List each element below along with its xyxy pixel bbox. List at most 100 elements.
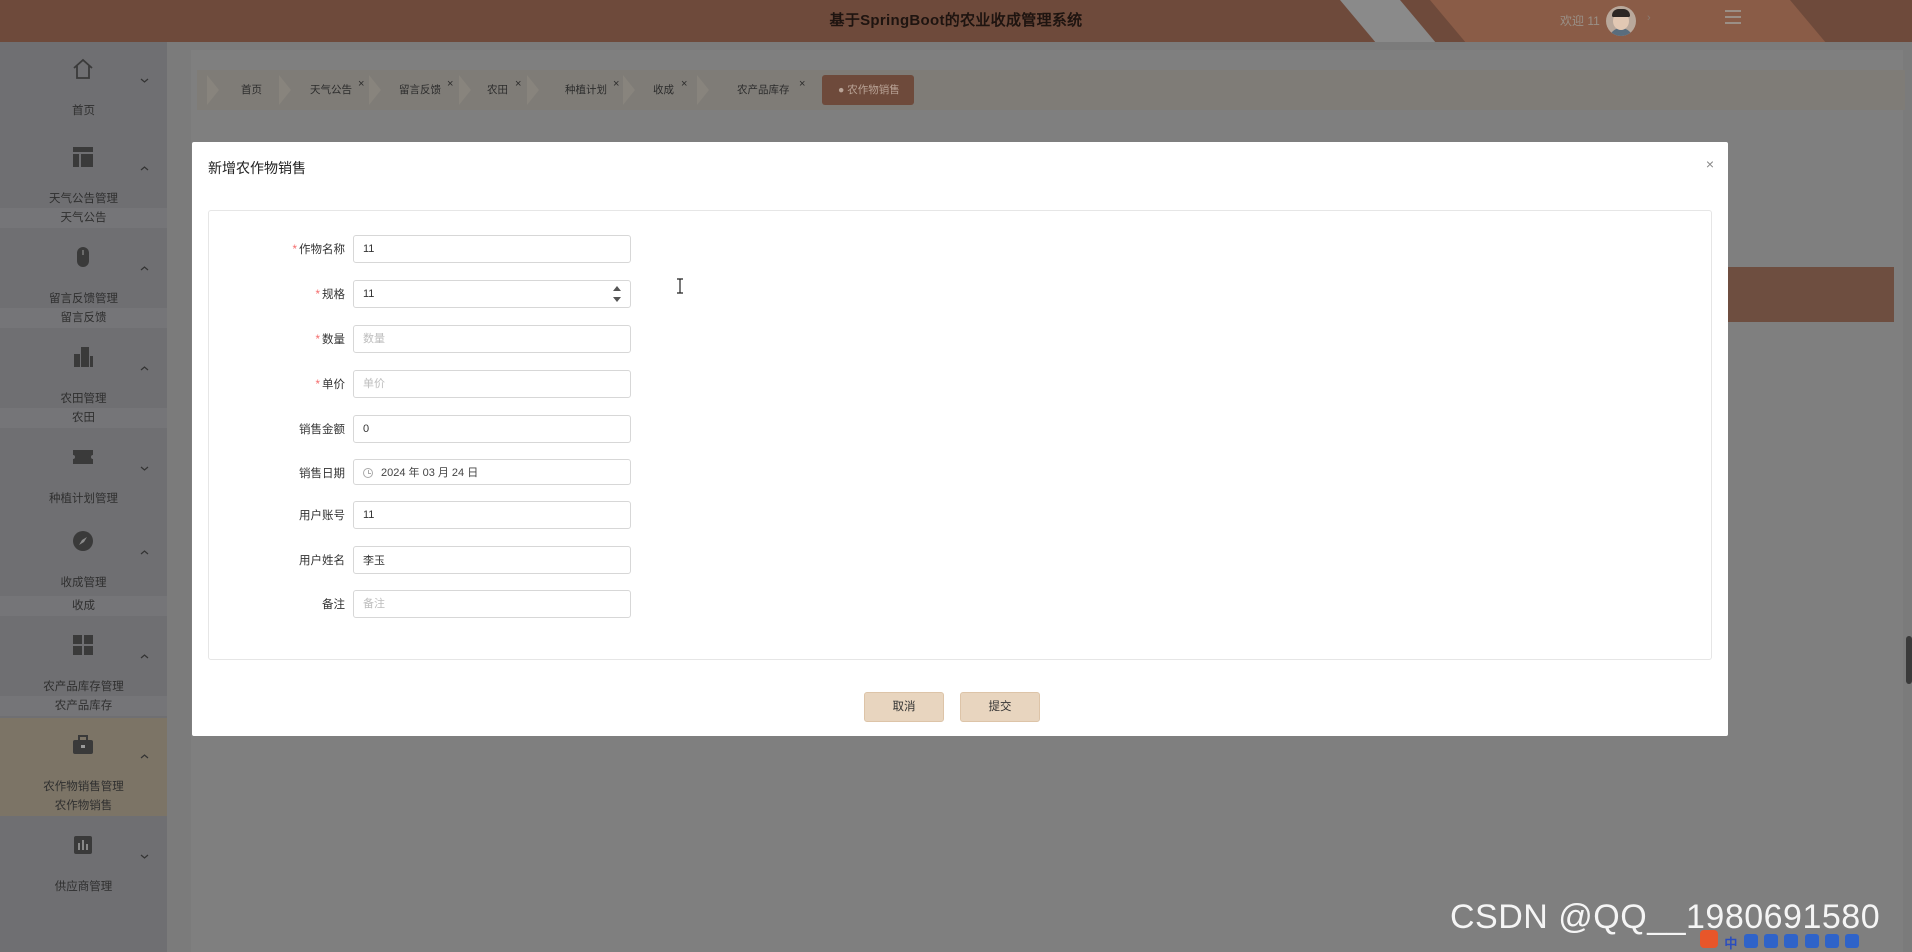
user-account-input[interactable] — [354, 502, 603, 528]
sidebar-item-label: 首页 — [72, 105, 95, 117]
tab-separator — [279, 75, 291, 105]
sidebar-subitem-inventory[interactable]: 农产品库存 — [0, 696, 167, 716]
avatar-hair — [1612, 9, 1630, 17]
sidebar-subitem-crop-sales[interactable]: 农作物销售 — [0, 796, 167, 816]
sales-amount-input[interactable] — [354, 416, 603, 442]
close-icon[interactable]: × — [681, 69, 687, 99]
tab-separator — [369, 75, 381, 105]
ime-mode-label[interactable]: 中 — [1724, 933, 1737, 950]
remark-input[interactable] — [354, 591, 603, 617]
number-stepper[interactable] — [612, 284, 622, 306]
field-label: 销售日期 — [299, 468, 345, 480]
crop-name-input[interactable] — [354, 236, 603, 262]
required-mark: * — [315, 379, 320, 391]
tab-crop-sales[interactable]: ● 农作物销售 — [822, 75, 914, 105]
form-row-remark: 备注 — [209, 590, 709, 620]
sidebar-item-label: 农田管理 — [60, 393, 107, 405]
field-label: 作物名称 — [299, 244, 345, 256]
sidebar-subitem-weather[interactable]: 天气公告 — [0, 208, 167, 228]
spec-number-input[interactable] — [354, 281, 603, 307]
field-label: 销售金额 — [299, 424, 345, 436]
hamburger-menu-icon[interactable] — [1725, 10, 1741, 24]
avatar[interactable] — [1606, 6, 1636, 36]
close-icon[interactable]: × — [613, 69, 619, 99]
scrollbar-handle[interactable] — [1906, 636, 1912, 684]
user-menu-arrow-icon[interactable]: › — [1647, 12, 1651, 24]
text-cursor-icon — [677, 278, 683, 294]
stepper-up-icon[interactable] — [613, 286, 621, 291]
ticket-icon — [70, 444, 96, 470]
tab-separator — [459, 75, 471, 105]
tab-harvest[interactable]: 收成 × — [653, 75, 687, 105]
tab-home[interactable]: 首页 — [241, 75, 262, 105]
required-mark: * — [292, 244, 297, 256]
tab-feedback[interactable]: 留言反馈 × — [399, 75, 453, 105]
quantity-input-box — [353, 325, 631, 353]
field-label: 用户账号 — [299, 510, 345, 522]
layout-icon — [70, 144, 96, 170]
field-label: 规格 — [322, 289, 345, 301]
chevron-up-icon — [140, 550, 149, 555]
tab-separator — [527, 75, 539, 105]
form-row-sales-date: 销售日期 2024 年 03 月 24 日 — [209, 459, 709, 489]
sidebar-item-harvest[interactable]: 收成管理 — [0, 508, 167, 596]
close-icon[interactable]: × — [447, 69, 453, 99]
chat-icon[interactable] — [1825, 934, 1840, 948]
dialog-title: 新增农作物销售 — [208, 160, 306, 176]
tab-inventory[interactable]: 农产品库存 × — [737, 75, 805, 105]
sidebar-item-inventory[interactable]: 农产品库存管理 — [0, 618, 167, 696]
briefcase-icon — [70, 732, 96, 758]
sogou-ime-icon[interactable] — [1700, 930, 1718, 948]
required-mark: * — [315, 334, 320, 346]
required-mark: * — [315, 289, 320, 301]
user-name-input[interactable] — [354, 547, 603, 573]
sidebar-subitem-harvest[interactable]: 收成 — [0, 596, 167, 616]
sales-amount-input-box — [353, 415, 631, 443]
form-container: *作物名称 *规格 *数量 *单价 销售金额 销售日期 — [208, 210, 1712, 660]
grid-icon — [70, 632, 96, 658]
close-icon[interactable]: × — [358, 69, 364, 99]
tab-farmland[interactable]: 农田 × — [487, 75, 521, 105]
punctuation-icon[interactable] — [1743, 934, 1758, 948]
tab-bar: 首页 天气公告 × 留言反馈 × 农田 × 种植计划 × 收成 × 农产品库存 × ● 农作… — [197, 70, 1905, 110]
sidebar-item-label: 天气公告管理 — [49, 193, 118, 205]
tab-planting-plan[interactable]: 种植计划 × — [565, 75, 619, 105]
keyboard-icon[interactable] — [1784, 934, 1799, 948]
home-icon — [70, 56, 96, 82]
cancel-button[interactable]: 取消 — [864, 692, 944, 722]
sales-date-picker[interactable]: 2024 年 03 月 24 日 — [353, 459, 631, 485]
sidebar-item-crop-sales[interactable]: 农作物销售管理 — [0, 718, 167, 796]
sidebar-item-planting-plan[interactable]: 种植计划管理 — [0, 430, 167, 508]
form-row-sales-amount: 销售金额 — [209, 415, 709, 445]
sidebar-item-supplier[interactable]: 供应商管理 — [0, 818, 167, 896]
sidebar-item-label: 农作物销售管理 — [43, 781, 124, 793]
field-label: 用户姓名 — [299, 555, 345, 567]
apps-icon[interactable] — [1845, 934, 1860, 948]
remark-input-box — [353, 590, 631, 618]
tab-weather[interactable]: 天气公告 × — [310, 75, 364, 105]
form-row-quantity: * 数量 — [209, 325, 709, 355]
unit-price-input[interactable] — [354, 371, 603, 397]
mouse-icon — [70, 244, 96, 270]
sidebar-item-label: 农产品库存管理 — [43, 681, 124, 693]
quantity-input[interactable] — [354, 326, 603, 352]
submit-button[interactable]: 提交 — [960, 692, 1040, 722]
close-icon[interactable]: × — [799, 69, 805, 99]
chevron-down-icon — [140, 466, 149, 471]
form-row-user-name: 用户姓名 — [209, 546, 709, 576]
close-icon[interactable]: × — [1706, 156, 1714, 172]
sidebar-item-label: 供应商管理 — [54, 881, 113, 893]
microphone-icon[interactable] — [1764, 934, 1779, 948]
crop-name-input-box — [353, 235, 631, 263]
sidebar-item-farmland[interactable]: 农田管理 — [0, 330, 167, 408]
close-icon[interactable]: × — [515, 69, 521, 99]
sidebar-item-home[interactable]: 首页 — [0, 42, 167, 120]
sidebar-item-feedback[interactable]: 留言反馈管理 — [0, 230, 167, 308]
skin-icon[interactable] — [1804, 934, 1819, 948]
stepper-down-icon[interactable] — [613, 297, 621, 302]
sidebar-item-label: 种植计划管理 — [49, 493, 118, 505]
form-row-spec: * 规格 — [209, 280, 709, 310]
sidebar-item-weather-notice[interactable]: 天气公告管理 — [0, 120, 167, 208]
sidebar-subitem-feedback[interactable]: 留言反馈 — [0, 308, 167, 328]
sidebar-subitem-farmland[interactable]: 农田 — [0, 408, 167, 428]
